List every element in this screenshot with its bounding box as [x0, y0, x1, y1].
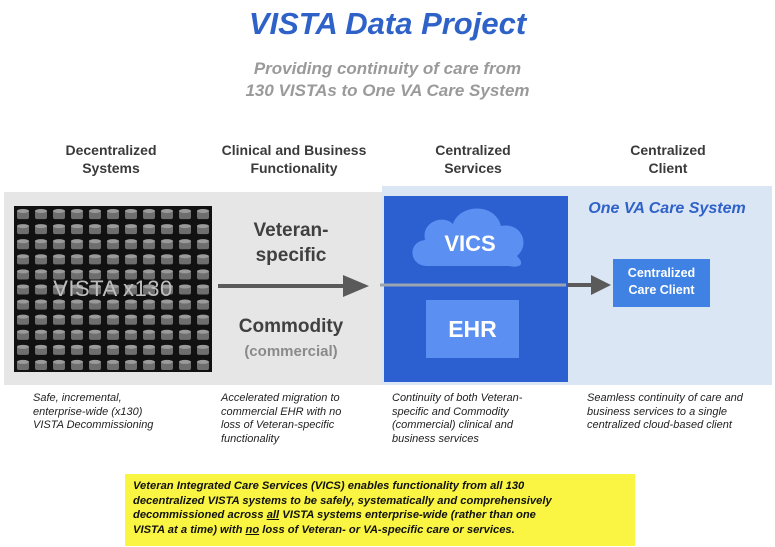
description-line: VISTA Decommissioning: [33, 419, 154, 431]
description-line: (commercial) clinical and: [392, 419, 514, 431]
description-functionality: Accelerated migration to commercial EHR …: [221, 392, 386, 446]
note-line: decommissioned across all VISTA systems …: [133, 508, 627, 523]
description-line: specific and Commodity: [392, 405, 509, 418]
flow-arrows: [218, 275, 611, 297]
description-line: Accelerated migration to: [221, 392, 340, 404]
note-underlined-text: no: [245, 523, 260, 536]
description-line: commercial EHR with no: [221, 405, 342, 418]
description-line: functionality: [221, 432, 280, 445]
description-line: Safe, incremental,: [33, 392, 122, 404]
description-line: business services: [392, 432, 479, 445]
description-line: Continuity of both Veteran-: [392, 392, 523, 404]
description-decentralized: Safe, incremental, enterprise-wide (x130…: [33, 392, 213, 433]
vics-note-box: Veteran Integrated Care Services (VICS) …: [125, 474, 635, 546]
note-text: VISTA systems enterprise-wide (rather th…: [279, 509, 536, 521]
note-text: loss of Veteran- or VA-specific care or …: [259, 523, 515, 536]
arrow-head-left: [343, 275, 369, 297]
note-underlined-text: all: [266, 509, 280, 521]
description-line: centralized cloud-based client: [587, 419, 732, 431]
note-text: decommissioned across: [133, 509, 267, 521]
note-line: Veteran Integrated Care Services (VICS) …: [133, 480, 525, 492]
description-services: Continuity of both Veteran- specific and…: [392, 392, 572, 446]
description-line: Seamless continuity of care and: [587, 392, 743, 404]
description-line: loss of Veteran-specific: [221, 419, 335, 431]
description-client: Seamless continuity of care and business…: [587, 392, 775, 433]
note-line: decentralized VISTA systems to be safely…: [133, 494, 552, 507]
note-line: VISTA at a time) with no loss of Veteran…: [133, 523, 627, 538]
description-line: enterprise-wide (x130): [33, 405, 143, 418]
note-text: VISTA at a time) with: [133, 523, 246, 536]
arrow-head-right: [591, 275, 611, 295]
description-line: business services to a single: [587, 405, 728, 418]
